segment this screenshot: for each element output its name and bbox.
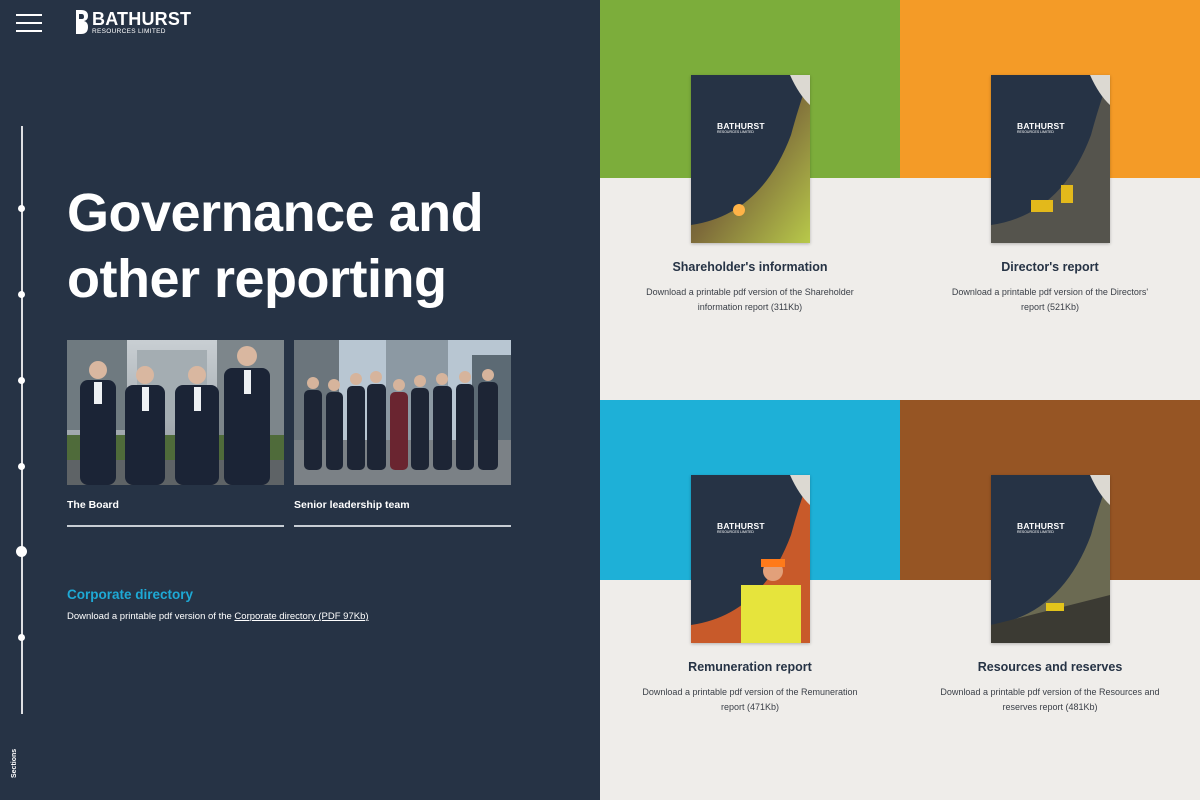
logo-mark-icon [76, 10, 88, 34]
menu-icon[interactable] [16, 13, 42, 33]
cover-brand-subtitle: RESOURCES LIMITED [717, 530, 754, 534]
corporate-directory-title: Corporate directory [67, 587, 194, 602]
left-panel: BATHURST RESOURCES LIMITED Sections Gove… [0, 0, 600, 800]
report-tile-shareholders[interactable]: BATHURST RESOURCES LIMITED Shareholder's… [600, 0, 900, 400]
cover-art [991, 475, 1110, 643]
report-cover[interactable]: BATHURST RESOURCES LIMITED [691, 475, 810, 643]
card-divider [294, 525, 511, 527]
senior-leadership-card[interactable]: Senior leadership team [294, 340, 511, 527]
report-description: Download a printable pdf version of the … [951, 287, 1149, 312]
section-dot[interactable] [18, 291, 25, 298]
report-title[interactable]: Shareholder's information [600, 260, 900, 274]
report-description: Download a printable pdf version of the … [646, 287, 854, 312]
brand-logo[interactable]: BATHURST RESOURCES LIMITED [76, 10, 191, 36]
report-title[interactable]: Director's report [900, 260, 1200, 274]
report-description: Download a printable pdf version of the … [940, 687, 1160, 712]
cover-brand-subtitle: RESOURCES LIMITED [1017, 530, 1054, 534]
section-dot[interactable] [18, 463, 25, 470]
section-dot-active[interactable] [16, 546, 27, 557]
report-tile-directors[interactable]: BATHURST RESOURCES LIMITED Director's re… [900, 0, 1200, 400]
report-title[interactable]: Resources and reserves [900, 660, 1200, 674]
the-board-card[interactable]: The Board [67, 340, 284, 527]
cover-art [991, 75, 1110, 243]
menu-icon-bar [16, 22, 42, 24]
cover-brand-subtitle: RESOURCES LIMITED [717, 130, 754, 134]
card-divider [67, 525, 284, 527]
brand-name: BATHURST [92, 9, 192, 29]
menu-icon-bar [16, 14, 42, 16]
section-dot[interactable] [18, 377, 25, 384]
section-timeline [21, 126, 23, 714]
brand-subtitle: RESOURCES LIMITED [92, 28, 166, 35]
sections-label[interactable]: Sections [11, 749, 18, 778]
card-caption: Senior leadership team [294, 499, 410, 511]
corporate-directory-intro: Download a printable pdf version of the [67, 611, 235, 622]
section-dot[interactable] [18, 634, 25, 641]
report-tile-resources[interactable]: BATHURST RESOURCES LIMITED Resources and… [900, 400, 1200, 800]
report-cover[interactable]: BATHURST RESOURCES LIMITED [991, 475, 1110, 643]
corporate-directory-link[interactable]: Corporate directory (PDF 97Kb) [234, 611, 368, 622]
report-cover[interactable]: BATHURST RESOURCES LIMITED [991, 75, 1110, 243]
section-dot[interactable] [18, 205, 25, 212]
report-cover[interactable]: BATHURST RESOURCES LIMITED [691, 75, 810, 243]
leadership-photo [294, 340, 511, 485]
cover-art [691, 75, 810, 243]
card-caption: The Board [67, 499, 119, 511]
menu-icon-bar [16, 30, 42, 32]
page-title: Governance and other reporting [67, 183, 484, 309]
board-photo [67, 340, 284, 485]
report-description: Download a printable pdf version of the … [642, 687, 858, 712]
cover-brand-subtitle: RESOURCES LIMITED [1017, 130, 1054, 134]
corporate-directory-text: Download a printable pdf version of the … [67, 611, 369, 622]
report-tile-remuneration[interactable]: BATHURST RESOURCES LIMITED Remuneration … [600, 400, 900, 800]
cover-art [691, 475, 810, 643]
report-title[interactable]: Remuneration report [600, 660, 900, 674]
